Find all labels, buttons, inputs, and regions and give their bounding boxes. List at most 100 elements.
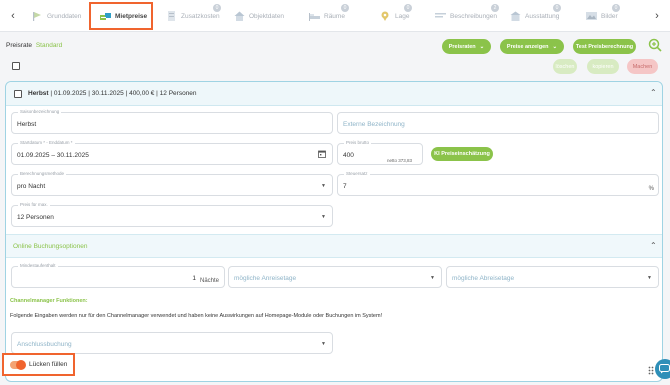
receipt-icon [168, 11, 175, 21]
button-label: Test Preisberechnung [575, 43, 634, 50]
luecken-fuellen-toggle[interactable] [10, 360, 26, 370]
image-icon [586, 12, 597, 20]
preisrate-label: Preisrate [6, 42, 33, 49]
chevron-down-icon: ⌄ [479, 43, 485, 50]
caret-down-icon: ▼ [321, 341, 326, 347]
caret-down-icon: ▼ [430, 275, 435, 281]
field-label: Preis brutto [344, 140, 372, 146]
preis-fuer-max-select[interactable]: Preis für max. 12 Personen ▼ [11, 202, 333, 227]
field-label: Startdatum * - Enddatum * [18, 140, 75, 146]
abreisetage-select[interactable]: mögliche Abreisetage ▼ [446, 266, 659, 288]
season-checkbox[interactable] [14, 90, 22, 98]
section-title: Online Buchungsoptionen [13, 243, 88, 250]
tab-label: Beschreibungen [450, 12, 497, 20]
field-label: Steuersatz [344, 171, 370, 177]
tab-objektdaten[interactable]: Objektdaten [234, 5, 284, 27]
flag-icon [33, 12, 41, 21]
online-buchungsoptionen-section[interactable]: Online Buchungsoptionen ⌃ [6, 234, 662, 258]
chevron-right-icon[interactable]: › [650, 8, 664, 24]
field-label: Mindestaufenthalt [18, 263, 58, 269]
field-placeholder: mögliche Abreisetage [452, 275, 515, 282]
anreisetage-select[interactable]: mögliche Anreisetage ▼ [228, 266, 442, 288]
ki-preiseinschaetzung-button[interactable]: KI Preiseinschätzung [431, 147, 493, 161]
preisraten-button[interactable]: Preisraten ⌄ [442, 39, 491, 54]
speech-bubble-icon [659, 364, 670, 374]
preis-brutto-field[interactable]: Preis brutto 400 netto 373,83 [337, 140, 423, 165]
field-label: Saisonbezeichnung [18, 109, 62, 115]
percent-suffix: % [648, 186, 654, 192]
anschlussbuchung-select[interactable]: Anschlussbuchung ▼ [11, 332, 333, 354]
field-label: Preis für max. [18, 202, 50, 208]
field-value: 7 [343, 183, 347, 190]
zoom-in-icon[interactable] [648, 38, 662, 52]
chevron-up-icon[interactable]: ⌃ [650, 88, 657, 97]
kopieren-button[interactable]: kopieren [587, 59, 619, 74]
chevron-up-icon[interactable]: ⌃ [650, 241, 657, 250]
externe-bezeichnung-field[interactable]: Externe Bezeichnung [337, 112, 659, 134]
netto-hint: netto 373,83 [386, 158, 412, 163]
chevron-left-icon[interactable]: ‹ [6, 8, 20, 24]
season-name: Herbst [28, 90, 49, 97]
tab-label: Bilder [601, 12, 618, 20]
season-details: | 01.09.2025 | 30.11.2025 | 400,00 € | 1… [48, 90, 197, 97]
button-label: Machen [632, 63, 653, 70]
building-icon [510, 11, 521, 21]
tab-label: Grunddaten [47, 12, 82, 20]
house-icon [234, 11, 245, 21]
button-label: KI Preiseinschätzung [434, 151, 490, 157]
tab-label: Lage [395, 12, 410, 20]
preise-anzeigen-button[interactable]: Preise anzeigen ⌄ [500, 39, 564, 54]
season-summary: Herbst | 01.09.2025 | 30.11.2025 | 400,0… [28, 90, 197, 97]
tab-grunddaten[interactable]: Grunddaten [32, 5, 81, 27]
mindestaufenthalt-field[interactable]: Mindestaufenthalt 1 Nächte [11, 263, 225, 288]
machen-button[interactable]: Machen [627, 59, 658, 74]
button-label: Preisraten [448, 43, 476, 50]
count-badge: 0 [341, 4, 349, 12]
saisonbezeichnung-field[interactable]: Saisonbezeichnung Herbst [11, 109, 333, 134]
test-preisberechnung-button[interactable]: Test Preisberechnung [573, 39, 636, 54]
count-badge: 0 [553, 4, 561, 12]
field-placeholder: Externe Bezeichnung [343, 121, 405, 128]
select-all-checkbox[interactable] [12, 62, 20, 70]
chevron-down-icon: ⌄ [552, 43, 558, 50]
naechte-suffix: Nächte [199, 278, 219, 284]
tab-bilder[interactable]: Bilder 0 [586, 4, 620, 27]
bed-icon [309, 13, 320, 21]
toggle-knob [16, 360, 26, 370]
field-value: 1 [192, 275, 196, 282]
count-badge: 2 [491, 4, 499, 12]
button-label: kopieren [592, 63, 614, 70]
highlight-box [89, 2, 153, 30]
field-placeholder: Anschlussbuchung [17, 341, 72, 348]
loeschen-button[interactable]: löschen [553, 59, 577, 74]
channelmanager-title: Channelmanager Funktionen: [10, 298, 88, 304]
caret-down-icon: ▼ [647, 275, 652, 281]
drag-handle-icon[interactable] [648, 366, 654, 375]
tab-raeume[interactable]: Räume 0 [309, 4, 349, 27]
tab-lage[interactable]: Lage 0 [380, 4, 412, 27]
field-value: 12 Personen [17, 214, 54, 221]
steuersatz-field[interactable]: Steuersatz 7 % [337, 171, 659, 196]
button-label: löschen [555, 63, 575, 70]
daterange-field[interactable]: Startdatum * - Enddatum * 01.09.2025 – 3… [11, 140, 333, 165]
berechnungsmethode-select[interactable]: Berechnungsmethode pro Nacht ▼ [11, 171, 333, 196]
season-header[interactable]: Herbst | 01.09.2025 | 30.11.2025 | 400,0… [6, 82, 662, 106]
chat-icon[interactable] [655, 359, 670, 379]
tab-ausstattung[interactable]: Ausstattung 0 [510, 4, 561, 27]
tab-label: Objektdaten [249, 12, 285, 20]
caret-down-icon: ▼ [321, 214, 326, 220]
tab-label: Zusatzkosten [181, 12, 220, 20]
tab-label: Ausstattung [525, 12, 560, 20]
calendar-icon[interactable] [318, 150, 326, 158]
field-placeholder: mögliche Anreisetage [234, 275, 297, 282]
count-badge: 0 [404, 4, 412, 12]
tab-beschreibungen[interactable]: Beschreibungen 2 [435, 4, 499, 27]
tab-zusatzkosten[interactable]: Zusatzkosten 0 [166, 4, 221, 27]
text-lines-icon [435, 13, 446, 18]
tab-label: Räume [324, 12, 345, 20]
toggle-label: Lücken füllen [29, 361, 68, 368]
button-label: Preise anzeigen [506, 43, 549, 50]
field-label: Berechnungsmethode [18, 171, 67, 177]
preisrate-value[interactable]: Standard [36, 42, 62, 49]
channelmanager-description: Folgende Eingaben werden nur für den Cha… [10, 313, 383, 319]
